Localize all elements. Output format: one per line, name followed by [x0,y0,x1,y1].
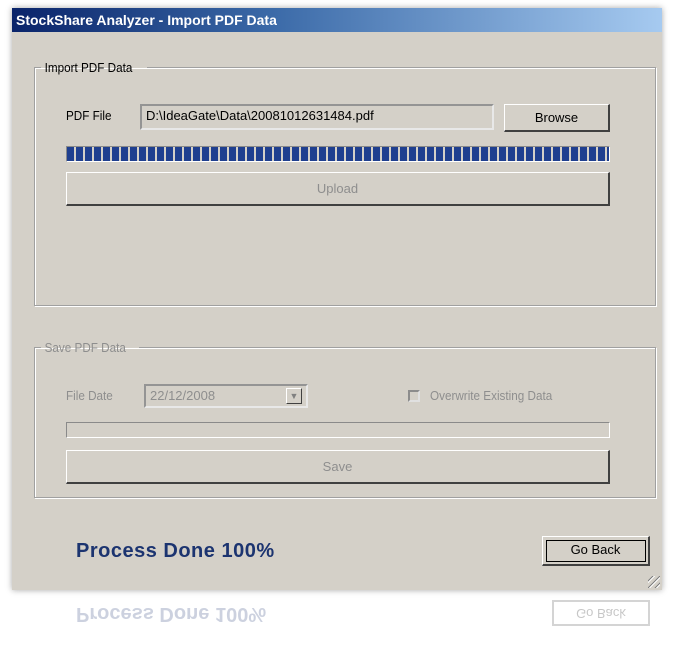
save-progress-bar [66,422,610,438]
upload-progress-bar [66,146,610,162]
window-title: StockShare Analyzer - Import PDF Data [12,8,662,32]
import-pdf-legend: Import PDF Data [44,60,133,75]
file-date-label: File Date [66,388,113,403]
reflection-go-back: Go Back [552,600,650,626]
pdf-file-label: PDF File [66,108,112,123]
file-date-dropdown[interactable]: 22/12/2008 [144,384,308,408]
chevron-down-icon[interactable]: ▼ [286,388,302,404]
overwrite-checkbox[interactable] [408,390,420,402]
browse-button[interactable]: Browse [504,104,610,132]
resize-grip-icon[interactable] [648,576,660,588]
window-reflection: Process Done 100% Go Back [12,596,662,652]
overwrite-label[interactable]: Overwrite Existing Data [430,388,552,403]
file-date-value: 22/12/2008 [150,388,216,403]
pdf-file-field[interactable]: D:\IdeaGate\Data\20081012631484.pdf [140,104,494,130]
go-back-button[interactable]: Go Back [542,536,650,566]
save-button[interactable]: Save [66,450,610,484]
upload-progress-fill [67,147,609,161]
reflection-status-text: Process Done 100% [76,603,267,625]
upload-button[interactable]: Upload [66,172,610,206]
save-pdf-legend: Save PDF Data [44,340,126,355]
process-status-text: Process Done 100% [76,540,275,562]
import-pdf-window: StockShare Analyzer - Import PDF Data Im… [12,8,662,590]
